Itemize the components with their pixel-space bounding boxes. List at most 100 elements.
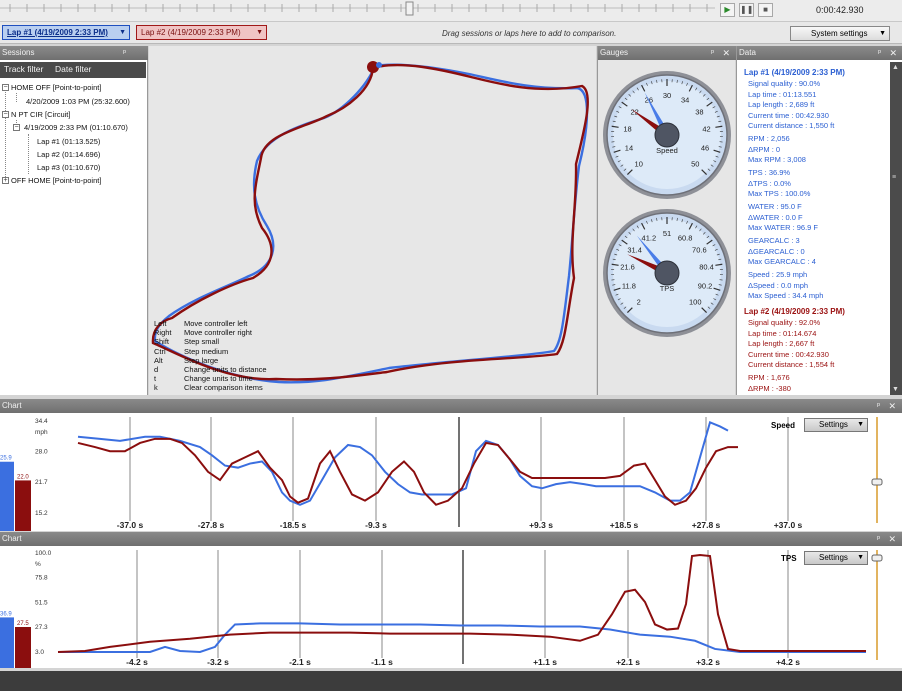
gauge-tick-label: 46 xyxy=(701,143,709,152)
scroll-down-icon[interactable]: ▼ xyxy=(892,386,899,393)
chevron-down-icon: ▼ xyxy=(119,29,126,36)
y-tick-label: 28.0 xyxy=(35,449,48,456)
tab-date-filter[interactable]: Date filter xyxy=(55,64,91,74)
collapse-icon[interactable]: − xyxy=(2,111,9,118)
pin-icon[interactable]: ᵖ xyxy=(123,46,126,60)
timeline-bar: ▶ ❚❚ ■ 0:00:42.930 xyxy=(0,0,902,22)
gauge-hub xyxy=(654,260,680,286)
close-icon[interactable]: ✕ xyxy=(722,46,730,60)
sessions-title: Sessions xyxy=(2,48,35,57)
lap2-bar-label: 22.0 xyxy=(17,474,29,480)
lap1-selector[interactable]: Lap #1 (4/19/2009 2:33 PM) ▼ xyxy=(2,25,130,40)
tree-item[interactable]: OFF HOME [Point-to-point] xyxy=(11,176,101,185)
gauge-tick-label: 51 xyxy=(663,229,671,238)
close-icon[interactable]: ✕ xyxy=(888,399,896,413)
x-tick-label: +1.1 s xyxy=(533,657,557,667)
gauge-tick-label: 18 xyxy=(623,125,631,134)
tree-item-lap[interactable]: Lap #1 (01:13.525) xyxy=(37,137,100,146)
lap1-value-bar xyxy=(0,617,14,668)
tree-item[interactable]: N PT CIR [Circuit] xyxy=(11,110,70,119)
play-button-icon[interactable]: ▶ xyxy=(720,3,735,17)
stop-button-icon[interactable]: ■ xyxy=(758,3,773,17)
x-tick-label: +9.3 s xyxy=(529,520,553,530)
system-settings-button[interactable]: System settings ▼ xyxy=(790,26,890,41)
close-icon[interactable]: ✕ xyxy=(889,46,897,60)
expand-icon[interactable]: + xyxy=(2,177,9,184)
tps-chart-canvas[interactable]: 36.9 27.5% 100.0 75.8 51.5 27.3 3.0 -4.2 s -3.2 … xyxy=(0,546,902,668)
x-tick-label: -4.2 s xyxy=(126,657,148,667)
lap2-data-row: RPM : 1,676 xyxy=(748,373,790,383)
comparison-bar: Lap #1 (4/19/2009 2:33 PM) ▼ Lap #2 (4/1… xyxy=(0,22,902,44)
track-map[interactable]: Left Move controller left Right Move contro… xyxy=(149,46,596,395)
shortcut-key: t xyxy=(154,374,157,384)
sessions-panel: Sessions ᵖ Track filter Date filter − HO… xyxy=(0,46,148,395)
shortcut-key: d xyxy=(154,365,159,374)
collapse-icon[interactable]: − xyxy=(13,124,20,131)
shortcut-key: Alt xyxy=(154,355,163,365)
pin-icon[interactable]: ᵖ xyxy=(878,46,881,60)
pin-icon[interactable]: ᵖ xyxy=(711,46,714,60)
gauges-panel: Gauges ᵖ ✕ 1014182226303438424650Speed 2… xyxy=(597,46,736,395)
lap1-data-row: Current distance : 1,550 ft xyxy=(748,121,835,131)
gauge-tick-label: 90.2 xyxy=(698,281,713,290)
lap2-selector[interactable]: Lap #2 (4/19/2009 2:33 PM) ▼ xyxy=(136,25,267,40)
tps-chart[interactable]: 36.9 27.5% 100.0 75.8 51.5 27.3 3.0 -4.2 s -3.2 … xyxy=(0,546,902,668)
lap1-data-row: Max GEARCALC : 4 xyxy=(748,257,816,267)
gauge-tick-label: 34 xyxy=(681,95,689,104)
gauge-hub xyxy=(654,122,680,148)
pin-icon[interactable]: ᵖ xyxy=(877,532,880,546)
tree-item[interactable]: 4/20/2009 1:03 PM (25:32.600) xyxy=(26,97,130,106)
speed-chart-label: Speed xyxy=(771,421,796,430)
gauge-label: TPS xyxy=(660,284,675,293)
lap2-value-bar xyxy=(15,480,31,531)
data-title: Data xyxy=(739,48,756,57)
lap2-data-header: Lap #2 (4/19/2009 2:33 PM) xyxy=(744,307,845,316)
gauge-tick-label: 11.8 xyxy=(622,281,636,290)
gauges-title: Gauges xyxy=(600,48,629,57)
tree-item[interactable]: HOME OFF [Point-to-point] xyxy=(11,83,101,92)
y-tick-label: 21.7 xyxy=(35,479,48,486)
speed-chart-settings-button[interactable]: Settings ▼ xyxy=(804,418,868,432)
y-tick-label: 100.0 xyxy=(35,550,52,557)
lap2-bar-label: 27.5 xyxy=(17,621,29,627)
zoom-slider-thumb xyxy=(871,554,883,562)
collapse-icon[interactable]: − xyxy=(2,84,9,91)
x-tick-label: +3.2 s xyxy=(696,657,720,667)
x-tick-label: +2.1 s xyxy=(616,657,640,667)
lap1-data-row: ΔTPS : 0.0% xyxy=(748,178,791,188)
data-scrollbar[interactable]: ▲ ≡ ▼ xyxy=(890,62,902,395)
y-axis-unit: % xyxy=(35,561,41,568)
scroll-grip-icon[interactable]: ≡ xyxy=(892,174,896,181)
lap1-selector-label: Lap #1 (4/19/2009 2:33 PM) xyxy=(7,28,108,37)
tree-item-lap[interactable]: Lap #3 (01:10.670) xyxy=(37,163,100,172)
zoom-slider-thumb xyxy=(871,478,883,486)
speed-chart-canvas[interactable]: 25.9 22.0 mph 34.4 28.0 21.7 15.2 -37.0 s -27.8 … xyxy=(0,413,902,531)
close-icon[interactable]: ✕ xyxy=(888,532,896,546)
gauge-tick-label: 21.6 xyxy=(620,263,635,272)
lap2-data-row: Lap length : 2,667 ft xyxy=(748,339,815,349)
speed-chart[interactable]: 25.9 22.0 mph 34.4 28.0 21.7 15.2 -37.0 s -27.8 … xyxy=(0,413,902,531)
tps-chart-settings-button[interactable]: Settings ▼ xyxy=(804,551,868,565)
x-tick-label: +27.8 s xyxy=(692,520,721,530)
y-axis-unit: mph xyxy=(35,429,48,436)
chevron-down-icon: ▼ xyxy=(879,30,886,37)
timeline-ruler[interactable] xyxy=(0,0,715,16)
lap1-series-line xyxy=(58,622,866,654)
shortcut-description: Step large xyxy=(184,355,219,365)
lap1-bar-label: 25.9 xyxy=(0,456,12,462)
pause-button-icon[interactable]: ❚❚ xyxy=(739,3,754,17)
tab-track-filter[interactable]: Track filter xyxy=(4,64,43,74)
system-settings-label: System settings xyxy=(811,29,868,38)
shortcut-description: Clear comparison items xyxy=(184,383,263,393)
scroll-up-icon[interactable]: ▲ xyxy=(892,64,899,71)
x-tick-label: -37.0 s xyxy=(117,520,144,530)
lap1-data-row: Current time : 00:42.930 xyxy=(748,110,829,120)
x-tick-label: +18.5 s xyxy=(610,520,639,530)
lap1-data-row: ΔRPM : 0 xyxy=(748,144,781,154)
gauges-panel-header: Gauges ᵖ ✕ xyxy=(598,46,736,60)
tree-item[interactable]: 4/19/2009 2:33 PM (01:10.670) xyxy=(24,123,128,132)
pin-icon[interactable]: ᵖ xyxy=(877,399,880,413)
lap1-bar-label: 36.9 xyxy=(0,611,12,617)
tree-item-lap[interactable]: Lap #2 (01:14.696) xyxy=(37,150,100,159)
lap2-data-row: Lap time : 01:14.674 xyxy=(748,328,817,338)
